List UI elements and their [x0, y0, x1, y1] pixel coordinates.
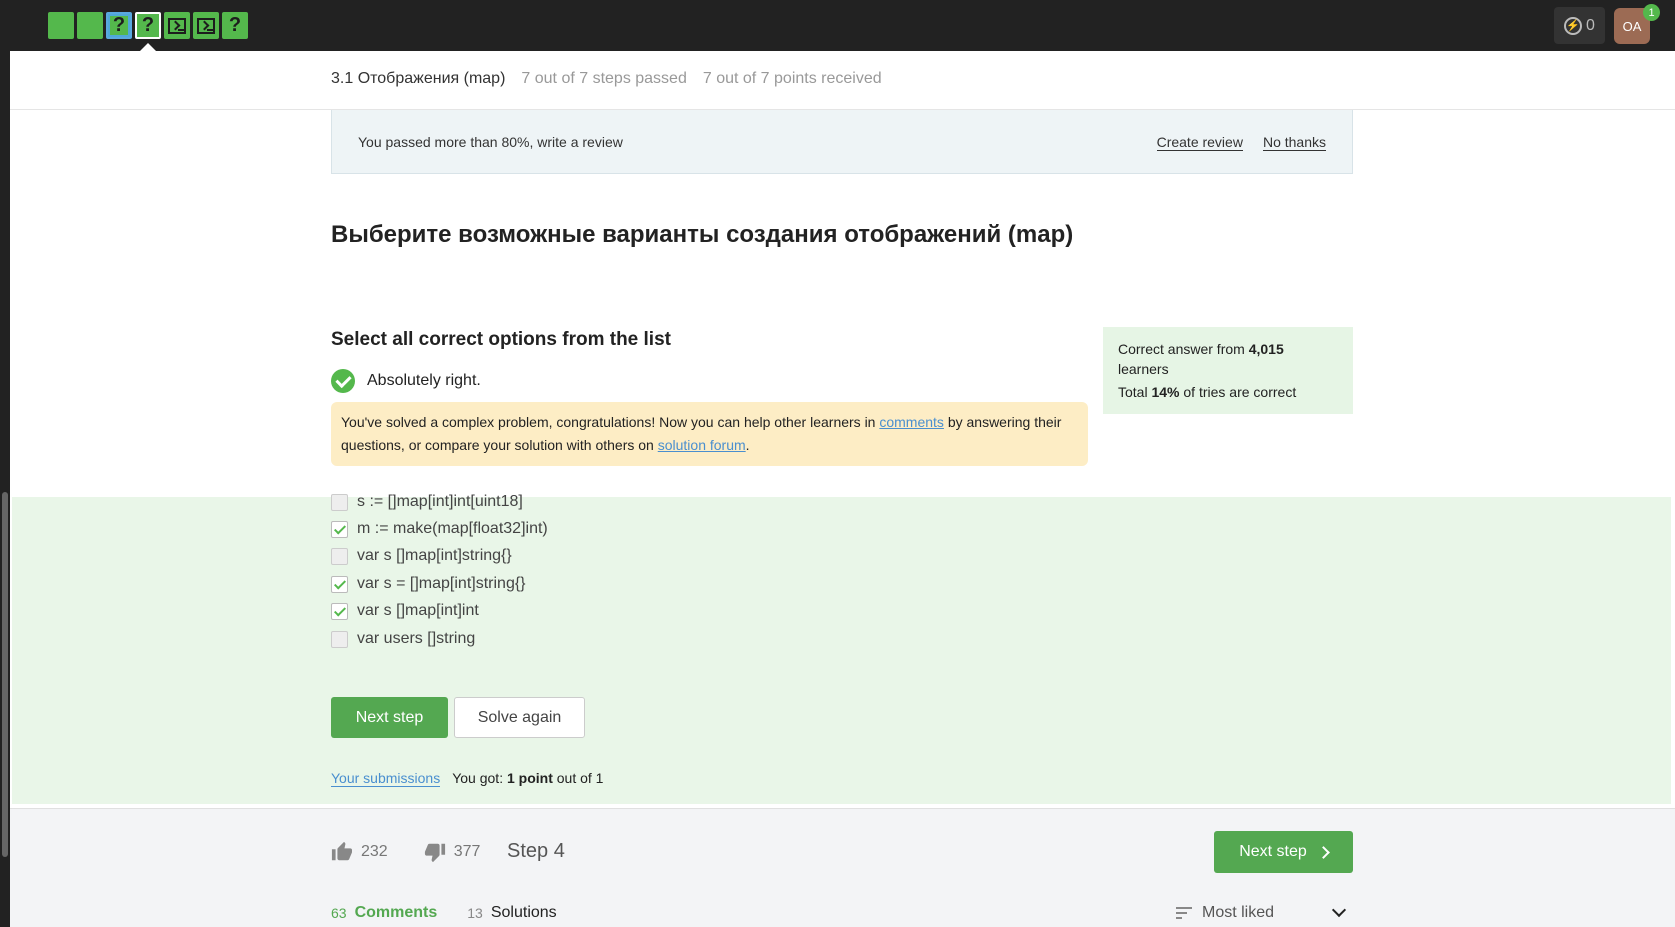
sort-dropdown[interactable]: Most liked — [1176, 904, 1274, 922]
learners-stat: Correct answer from 4,015 learners — [1118, 341, 1284, 377]
solve-again-button[interactable]: Solve again — [454, 697, 585, 738]
lesson-title[interactable]: 3.1 Отображения (map) — [331, 70, 505, 88]
tries-stat: Total 14% of tries are correct — [1118, 384, 1297, 400]
checkbox[interactable] — [331, 520, 348, 538]
step-2-text[interactable] — [77, 12, 103, 39]
checkbox[interactable] — [331, 547, 348, 565]
option-label: var s []map[int]string{} — [357, 547, 512, 564]
points-received: 7 out of 7 points received — [702, 70, 882, 87]
solution-forum-link[interactable]: solution forum — [658, 437, 746, 453]
status-text: Absolutely right. — [367, 372, 481, 389]
step-7-quiz[interactable]: ? — [222, 12, 248, 39]
option-item[interactable]: m := make(map[float32]int) — [331, 520, 548, 538]
rating-controls: 232 377 — [331, 841, 480, 863]
checkbox[interactable] — [331, 493, 348, 511]
step-footer — [10, 808, 1675, 927]
checkbox[interactable] — [331, 630, 348, 648]
review-banner: You passed more than 80%, write a review… — [331, 110, 1353, 174]
scrollbar[interactable] — [2, 492, 8, 857]
option-label: var users []string — [357, 630, 476, 647]
option-item[interactable]: var s []map[int]string{} — [331, 547, 512, 565]
energy-button[interactable]: ⚡ 0 — [1554, 7, 1605, 44]
terminal-icon — [168, 17, 186, 34]
comments-count: 63 — [331, 905, 347, 921]
notification-badge[interactable]: 1 — [1643, 4, 1660, 21]
thumbs-down-icon[interactable] — [424, 841, 446, 863]
option-item[interactable]: var users []string — [331, 630, 475, 648]
question-icon: ? — [112, 14, 126, 36]
sort-label: Most liked — [1202, 904, 1275, 921]
option-label: m := make(map[float32]int) — [357, 520, 548, 537]
points-result: You got: 1 point out of 1 — [452, 770, 604, 786]
your-submissions-link[interactable]: Your submissions — [331, 770, 441, 787]
option-item[interactable]: var s = []map[int]string{} — [331, 575, 526, 593]
step-number: Step 4 — [507, 840, 565, 862]
instruction-heading: Select all correct options from the list — [331, 329, 671, 350]
top-navigation-bar: ? ? ? ⚡ 0 OA 1 — [0, 0, 1675, 51]
check-circle-icon — [331, 369, 355, 393]
comments-link[interactable]: comments — [879, 414, 944, 430]
terminal-icon — [197, 17, 215, 34]
comments-tab-label: Comments — [354, 904, 438, 921]
step-6-code[interactable] — [193, 12, 219, 39]
left-sidebar-strip — [0, 51, 10, 927]
sort-icon — [1176, 907, 1192, 919]
answers-panel — [12, 497, 1671, 804]
step-5-code[interactable] — [164, 12, 190, 39]
option-item[interactable]: var s []map[int]int — [331, 602, 479, 620]
no-thanks-link[interactable]: No thanks — [1262, 134, 1326, 151]
dislikes-count: 377 — [453, 843, 481, 860]
chevron-right-icon — [1316, 845, 1330, 859]
checkbox[interactable] — [331, 602, 348, 620]
option-label: var s = []map[int]string{} — [357, 575, 526, 592]
discussion-tabs: 63 Comments 13 Solutions — [331, 904, 557, 922]
next-step-label: Next step — [1239, 843, 1307, 860]
question-icon: ? — [141, 14, 155, 36]
solutions-count: 13 — [467, 905, 483, 921]
next-step-button[interactable]: Next step — [331, 697, 448, 738]
option-label: var s []map[int]int — [357, 602, 479, 619]
checkbox[interactable] — [331, 575, 348, 593]
congrats-text-1: You've solved a complex problem, congrat… — [341, 414, 880, 430]
step-4-quiz[interactable]: ? — [135, 12, 161, 39]
answer-statistics: Correct answer from 4,015 learners Total… — [1103, 327, 1353, 414]
question-icon: ? — [228, 14, 242, 36]
tab-comments[interactable]: 63 Comments — [331, 904, 437, 922]
step-1-text[interactable] — [48, 12, 74, 39]
steps-passed: 7 out of 7 steps passed — [521, 70, 687, 87]
option-item[interactable]: s := []map[int]int[uint18] — [331, 493, 523, 511]
lightning-icon: ⚡ — [1564, 16, 1583, 35]
option-label: s := []map[int]int[uint18] — [357, 493, 523, 510]
correct-status: Absolutely right. — [331, 369, 481, 393]
current-step-pointer — [140, 43, 156, 51]
likes-count: 232 — [361, 843, 388, 860]
step-progress-bar: ? ? ? — [48, 12, 248, 39]
congrats-text-3: . — [745, 437, 750, 453]
energy-count: 0 — [1586, 16, 1595, 34]
solutions-tab-label: Solutions — [490, 904, 557, 921]
next-step-button-footer[interactable]: Next step — [1214, 831, 1353, 873]
create-review-link[interactable]: Create review — [1156, 134, 1243, 151]
thumbs-up-icon[interactable] — [331, 841, 353, 863]
question-title: Выберите возможные варианты создания ото… — [331, 221, 1074, 248]
step-3-quiz[interactable]: ? — [106, 12, 132, 39]
review-message: You passed more than 80%, write a review — [358, 134, 623, 150]
tab-solutions[interactable]: 13 Solutions — [467, 904, 556, 922]
lesson-header: 3.1 Отображения (map) 7 out of 7 steps p… — [331, 70, 882, 88]
congratulations-message: You've solved a complex problem, congrat… — [331, 402, 1088, 466]
avatar-initials: OA — [1622, 18, 1642, 34]
submission-result: Your submissions You got: 1 point out of… — [331, 770, 603, 787]
